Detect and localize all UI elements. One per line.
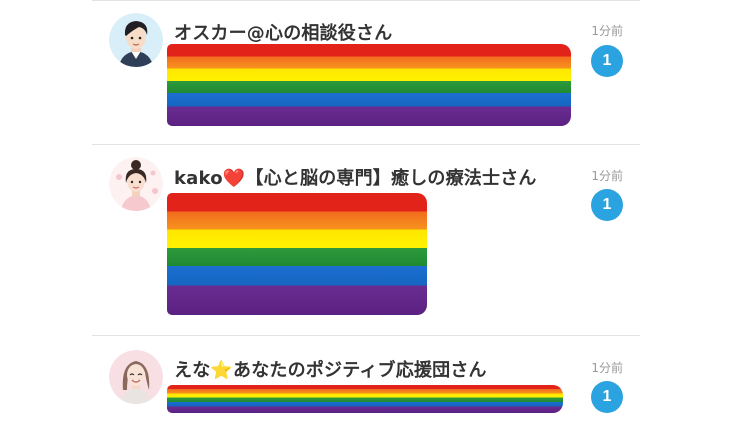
unread-badge: 1 xyxy=(591,189,623,221)
timestamp: 1分前 xyxy=(591,169,623,183)
message-preview-redaction xyxy=(167,385,563,413)
sender-name: kako❤️【心と脳の専門】癒しの療法士さん xyxy=(174,164,537,190)
sender-name-suffix: 【心と脳の専門】癒しの療法士さん xyxy=(245,168,537,189)
sender-name-text: kako xyxy=(174,168,223,189)
star-icon: ⭐ xyxy=(210,360,234,381)
list-item[interactable]: オスカー@心の相談役さん 1分前 1 xyxy=(92,0,640,144)
list-item[interactable]: えな⭐あなたのポジティブ応援団さん 1分前 1 xyxy=(92,336,640,422)
heart-icon: ❤️ xyxy=(222,168,246,189)
woman-bun-avatar-icon[interactable] xyxy=(109,157,163,211)
message-preview-redaction xyxy=(167,44,571,126)
unread-badge: 1 xyxy=(591,381,623,413)
timestamp: 1分前 xyxy=(591,24,623,38)
unread-badge: 1 xyxy=(591,45,623,77)
list-item[interactable]: kako❤️【心と脳の専門】癒しの療法士さん 1分前 1 xyxy=(92,145,640,335)
sender-name-suffix: あなたのポジティブ応援団さん xyxy=(233,360,487,381)
message-preview-redaction xyxy=(167,193,427,315)
man-avatar-icon[interactable] xyxy=(109,13,163,67)
sender-name-text: オスカー@心の相談役さん xyxy=(174,23,393,44)
sender-name: オスカー@心の相談役さん xyxy=(174,19,392,45)
woman-smiling-avatar-icon[interactable] xyxy=(109,350,163,404)
sender-name: えな⭐あなたのポジティブ応援団さん xyxy=(174,356,487,382)
message-list: オスカー@心の相談役さん 1分前 1 kako❤️【心と脳の専門】癒しの療法士さ… xyxy=(92,0,640,422)
timestamp: 1分前 xyxy=(591,361,623,375)
sender-name-text: えな xyxy=(174,360,211,381)
